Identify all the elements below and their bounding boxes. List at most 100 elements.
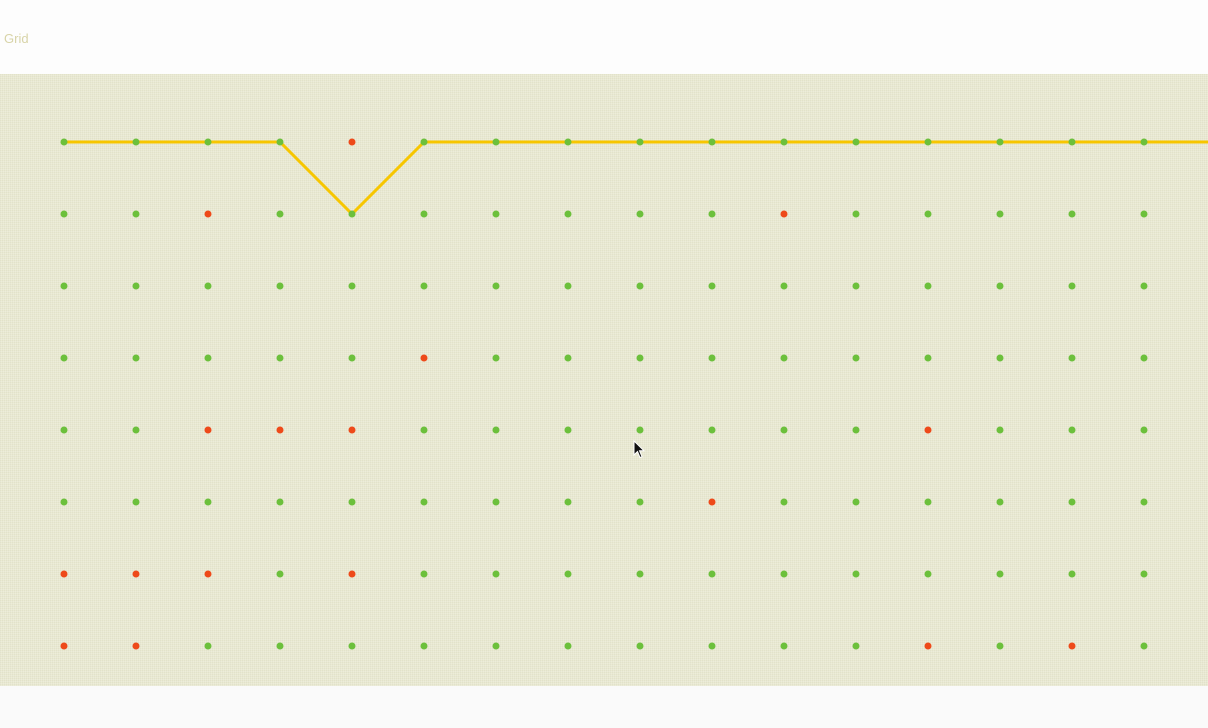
grid-node[interactable] <box>924 498 932 506</box>
grid-node[interactable] <box>636 426 644 434</box>
grid-node[interactable] <box>1140 282 1148 290</box>
grid-node[interactable] <box>420 210 428 218</box>
grid-node[interactable] <box>852 354 860 362</box>
grid-node[interactable] <box>60 282 68 290</box>
grid-node[interactable] <box>636 498 644 506</box>
grid-node[interactable] <box>1068 210 1076 218</box>
grid-node[interactable] <box>996 210 1004 218</box>
grid-node[interactable] <box>492 138 500 146</box>
grid-node[interactable] <box>924 210 932 218</box>
grid-node[interactable] <box>60 498 68 506</box>
grid-node[interactable] <box>852 282 860 290</box>
grid-node[interactable] <box>1068 570 1076 578</box>
grid-node[interactable] <box>60 138 68 146</box>
grid-node-blocked[interactable] <box>780 210 788 218</box>
grid-node[interactable] <box>420 498 428 506</box>
grid-node[interactable] <box>996 138 1004 146</box>
grid-node[interactable] <box>1068 498 1076 506</box>
grid-node[interactable] <box>636 354 644 362</box>
grid-node[interactable] <box>276 498 284 506</box>
grid-node[interactable] <box>132 138 140 146</box>
grid-node-blocked[interactable] <box>204 570 212 578</box>
grid-node[interactable] <box>780 354 788 362</box>
grid-node[interactable] <box>996 498 1004 506</box>
grid-node[interactable] <box>348 354 356 362</box>
grid-node[interactable] <box>564 570 572 578</box>
grid-node[interactable] <box>852 498 860 506</box>
grid-node-blocked[interactable] <box>348 570 356 578</box>
grid-node[interactable] <box>1068 138 1076 146</box>
grid-node[interactable] <box>60 354 68 362</box>
grid-node-blocked[interactable] <box>924 642 932 650</box>
grid-node[interactable] <box>564 642 572 650</box>
grid-node[interactable] <box>492 210 500 218</box>
grid-node-blocked[interactable] <box>204 426 212 434</box>
grid-node[interactable] <box>852 570 860 578</box>
grid-node-blocked[interactable] <box>708 498 716 506</box>
grid-node[interactable] <box>1068 282 1076 290</box>
grid-node[interactable] <box>780 498 788 506</box>
grid-node[interactable] <box>996 642 1004 650</box>
grid-node[interactable] <box>924 138 932 146</box>
grid-node[interactable] <box>492 354 500 362</box>
grid-node[interactable] <box>924 354 932 362</box>
grid-node[interactable] <box>348 642 356 650</box>
grid-node[interactable] <box>1068 426 1076 434</box>
grid-node[interactable] <box>852 138 860 146</box>
grid-node[interactable] <box>348 210 356 218</box>
grid-node[interactable] <box>204 138 212 146</box>
grid-node[interactable] <box>132 354 140 362</box>
grid-node[interactable] <box>852 210 860 218</box>
grid-node[interactable] <box>492 498 500 506</box>
grid-node[interactable] <box>636 570 644 578</box>
grid-node[interactable] <box>708 642 716 650</box>
grid-node[interactable] <box>564 426 572 434</box>
grid-node[interactable] <box>708 210 716 218</box>
grid-node[interactable] <box>564 210 572 218</box>
grid-node-blocked[interactable] <box>132 642 140 650</box>
grid-node[interactable] <box>132 426 140 434</box>
grid-node[interactable] <box>420 570 428 578</box>
grid-node[interactable] <box>996 282 1004 290</box>
grid-node[interactable] <box>492 282 500 290</box>
grid-svg[interactable] <box>0 74 1208 686</box>
grid-node[interactable] <box>420 282 428 290</box>
grid-node[interactable] <box>276 210 284 218</box>
grid-node[interactable] <box>204 282 212 290</box>
grid-node[interactable] <box>780 138 788 146</box>
grid-node[interactable] <box>1140 138 1148 146</box>
grid-node-blocked[interactable] <box>204 210 212 218</box>
grid-node[interactable] <box>276 570 284 578</box>
grid-node-blocked[interactable] <box>276 426 284 434</box>
grid-node[interactable] <box>1140 426 1148 434</box>
grid-node[interactable] <box>996 426 1004 434</box>
grid-node[interactable] <box>636 210 644 218</box>
grid-node[interactable] <box>852 642 860 650</box>
grid-node[interactable] <box>780 642 788 650</box>
grid-node[interactable] <box>1068 354 1076 362</box>
grid-node[interactable] <box>996 354 1004 362</box>
grid-node[interactable] <box>420 642 428 650</box>
grid-node[interactable] <box>204 642 212 650</box>
grid-node[interactable] <box>492 426 500 434</box>
grid-node[interactable] <box>708 570 716 578</box>
grid-node[interactable] <box>1140 210 1148 218</box>
grid-node[interactable] <box>1140 498 1148 506</box>
grid-node[interactable] <box>1140 642 1148 650</box>
grid-node[interactable] <box>60 210 68 218</box>
grid-node[interactable] <box>348 282 356 290</box>
grid-canvas[interactable] <box>0 74 1208 686</box>
grid-node[interactable] <box>276 642 284 650</box>
grid-node[interactable] <box>996 570 1004 578</box>
grid-node[interactable] <box>132 282 140 290</box>
grid-node[interactable] <box>348 498 356 506</box>
grid-node[interactable] <box>420 426 428 434</box>
grid-node-blocked[interactable] <box>132 570 140 578</box>
grid-node[interactable] <box>924 570 932 578</box>
grid-node[interactable] <box>132 210 140 218</box>
grid-node[interactable] <box>204 498 212 506</box>
grid-node[interactable] <box>708 282 716 290</box>
grid-node[interactable] <box>60 426 68 434</box>
grid-node[interactable] <box>564 138 572 146</box>
grid-node[interactable] <box>708 138 716 146</box>
